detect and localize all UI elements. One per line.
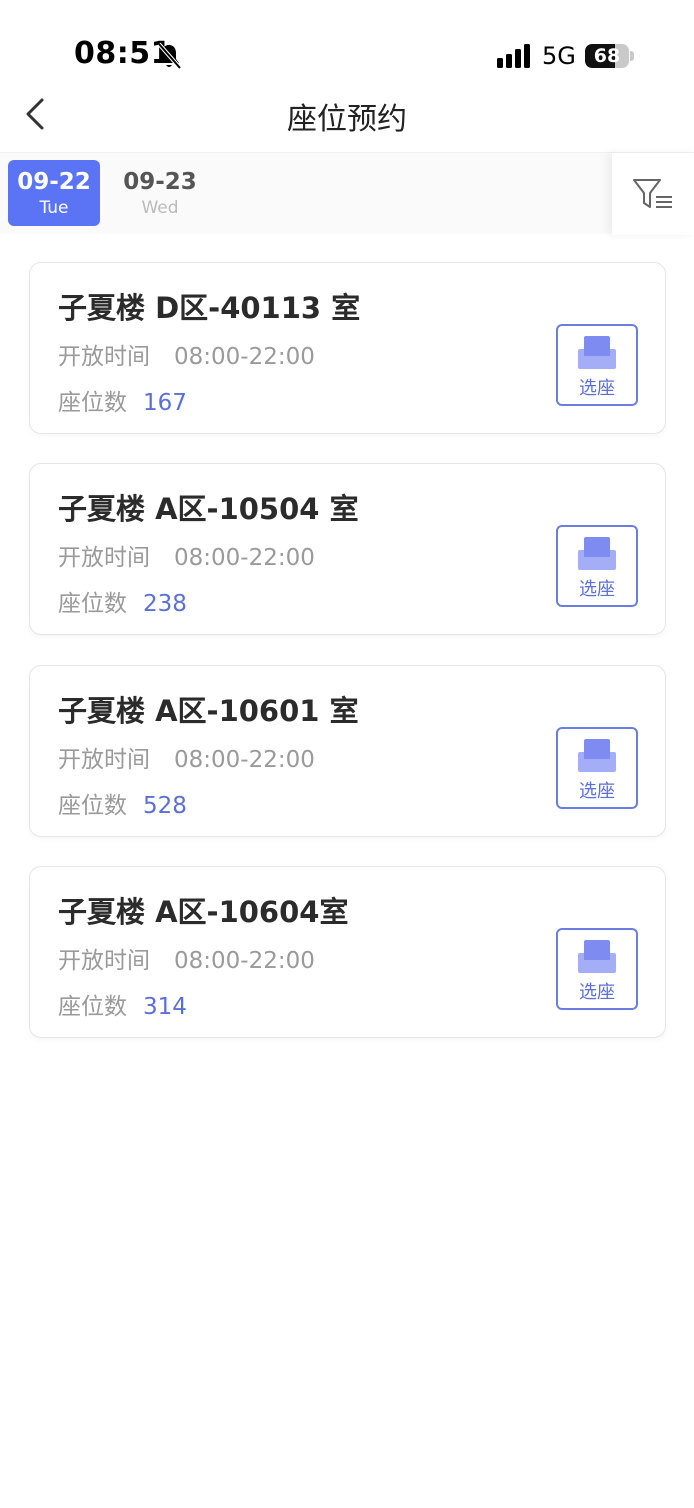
open-time-label: 开放时间	[58, 948, 150, 974]
open-time-row: 开放时间 08:00-22:00	[58, 740, 315, 774]
date-tab-weekday: Tue	[39, 198, 69, 218]
date-tab-0923[interactable]: 09-23 Wed	[114, 160, 206, 226]
room-card[interactable]: 子夏楼 D区-40113 室 开放时间 08:00-22:00 座位数 167 选座	[29, 262, 666, 434]
date-selector: 09-22 Tue 09-23 Wed	[0, 152, 694, 235]
seat-count-label: 座位数	[58, 793, 127, 819]
room-name: 子夏楼 A区-10601 室	[58, 694, 359, 728]
open-time-label: 开放时间	[58, 545, 150, 571]
seat-count-row: 座位数 167	[58, 383, 187, 417]
select-seat-button[interactable]: 选座	[556, 525, 638, 607]
page-title: 座位预约	[287, 102, 407, 137]
room-name: 子夏楼 A区-10504 室	[58, 492, 359, 526]
select-seat-button[interactable]: 选座	[556, 928, 638, 1010]
open-time-label: 开放时间	[58, 344, 150, 370]
seat-count-row: 座位数 314	[58, 987, 187, 1021]
select-seat-label: 选座	[579, 781, 615, 802]
open-time-value: 08:00-22:00	[174, 747, 315, 773]
bell-slash-icon	[157, 42, 182, 70]
room-name: 子夏楼 D区-40113 室	[58, 291, 361, 325]
open-time-value: 08:00-22:00	[174, 948, 315, 974]
open-time-row: 开放时间 08:00-22:00	[58, 337, 315, 371]
seat-icon	[578, 537, 616, 570]
select-seat-label: 选座	[579, 982, 615, 1003]
room-card[interactable]: 子夏楼 A区-10504 室 开放时间 08:00-22:00 座位数 238 选座	[29, 463, 666, 635]
room-card[interactable]: 子夏楼 A区-10604室 开放时间 08:00-22:00 座位数 314 选座	[29, 866, 666, 1038]
network-type: 5G	[542, 42, 576, 70]
date-tab-weekday: Wed	[141, 198, 179, 218]
seat-count-row: 座位数 528	[58, 786, 187, 820]
room-card[interactable]: 子夏楼 A区-10601 室 开放时间 08:00-22:00 座位数 528 选座	[29, 665, 666, 837]
date-tab-0922[interactable]: 09-22 Tue	[8, 160, 100, 226]
seat-icon	[578, 336, 616, 369]
seat-count-value: 528	[143, 793, 187, 819]
seat-count-value: 167	[143, 390, 187, 416]
open-time-value: 08:00-22:00	[174, 344, 315, 370]
battery-icon: 68	[585, 44, 629, 68]
open-time-value: 08:00-22:00	[174, 545, 315, 571]
signal-bars-icon	[497, 44, 530, 68]
seat-count-value: 238	[143, 591, 187, 617]
open-time-label: 开放时间	[58, 747, 150, 773]
date-tab-date: 09-23	[123, 169, 197, 195]
open-time-row: 开放时间 08:00-22:00	[58, 941, 315, 975]
seat-icon	[578, 739, 616, 772]
select-seat-label: 选座	[579, 579, 615, 600]
filter-button[interactable]	[612, 153, 694, 235]
open-time-row: 开放时间 08:00-22:00	[58, 538, 315, 572]
seat-count-label: 座位数	[58, 994, 127, 1020]
status-bar: 08:51 5G 68	[0, 0, 694, 88]
seat-count-label: 座位数	[58, 390, 127, 416]
select-seat-button[interactable]: 选座	[556, 727, 638, 809]
filter-list-icon	[633, 179, 672, 208]
seat-count-value: 314	[143, 994, 187, 1020]
room-name: 子夏楼 A区-10604室	[58, 895, 349, 929]
seat-count-row: 座位数 238	[58, 584, 187, 618]
battery-level: 68	[593, 45, 621, 67]
seat-count-label: 座位数	[58, 591, 127, 617]
nav-bar: 座位预约	[0, 88, 694, 152]
seat-icon	[578, 940, 616, 973]
select-seat-label: 选座	[579, 378, 615, 399]
select-seat-button[interactable]: 选座	[556, 324, 638, 406]
date-tab-date: 09-22	[17, 169, 91, 195]
battery-tip	[630, 51, 634, 61]
